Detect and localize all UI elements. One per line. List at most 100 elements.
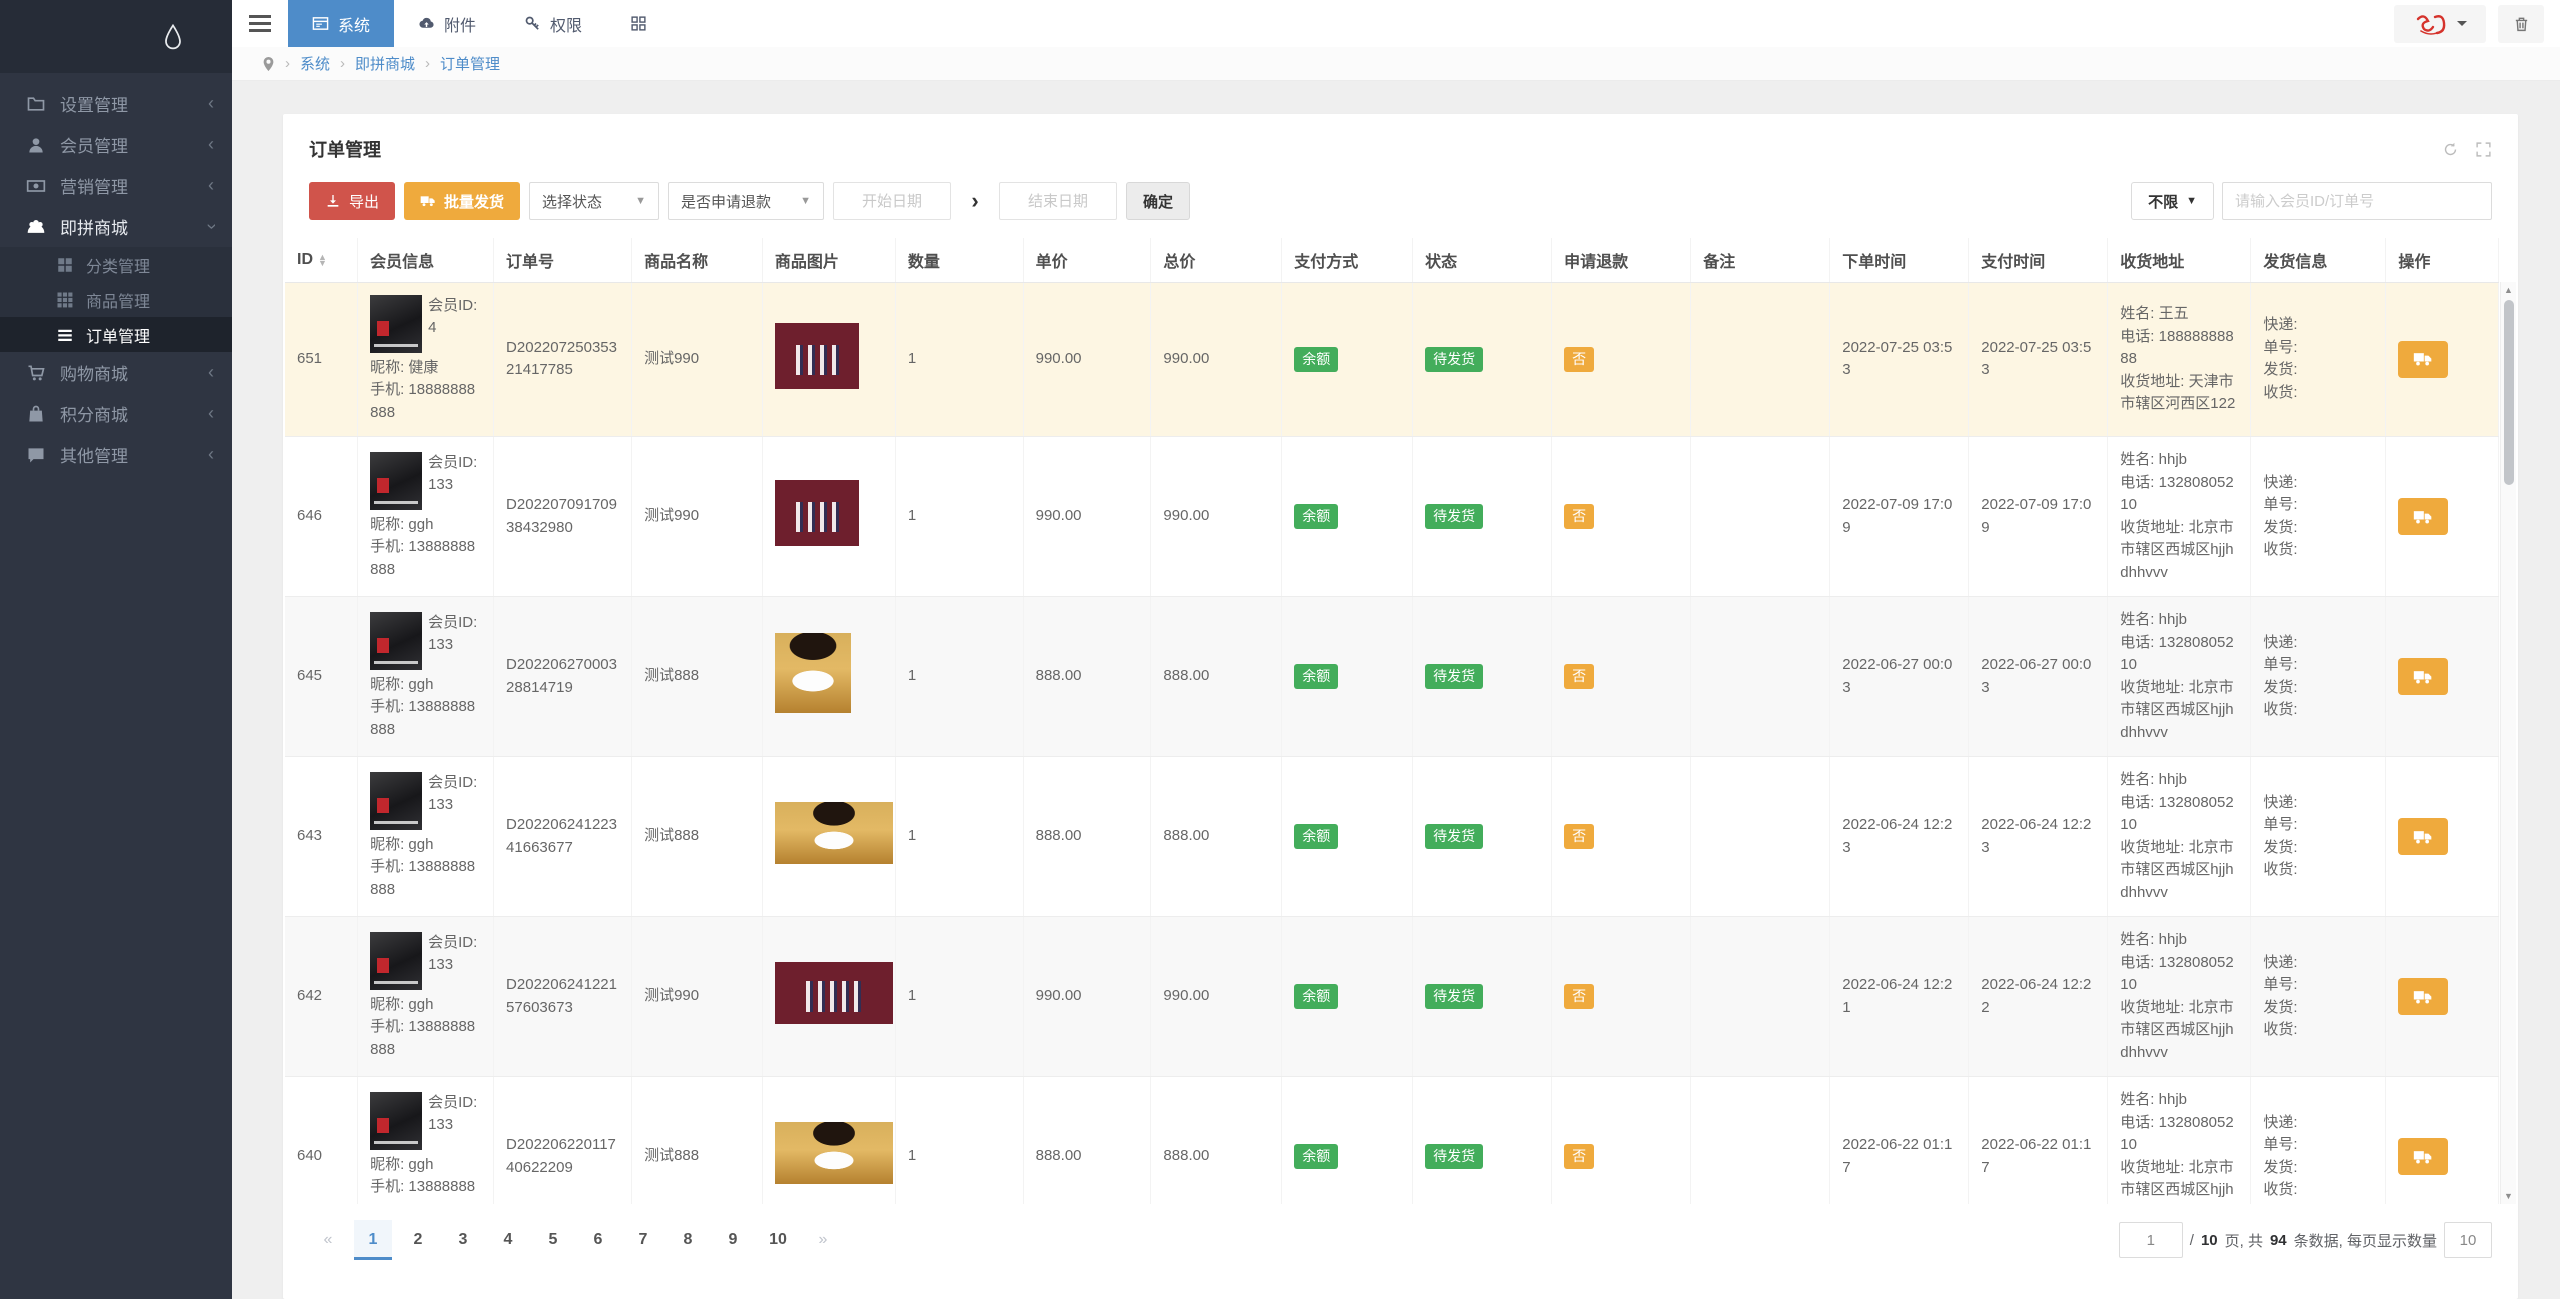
sidebar-item-categories[interactable]: 分类管理 xyxy=(0,247,232,282)
ship-order-button[interactable] xyxy=(2398,818,2449,855)
sidebar-item-products[interactable]: 商品管理 xyxy=(0,282,232,317)
navbar-right xyxy=(2394,0,2560,47)
page-button[interactable]: » xyxy=(804,1220,842,1260)
scrollbar-thumb[interactable] xyxy=(2503,300,2514,485)
column-header[interactable]: 总价 xyxy=(1150,238,1283,283)
column-header[interactable]: 备注 xyxy=(1690,238,1831,283)
scroll-down-icon[interactable]: ▼ xyxy=(2504,1188,2513,1204)
confirm-button[interactable]: 确定 xyxy=(1126,182,1191,220)
column-header[interactable]: 商品名称 xyxy=(631,238,763,283)
page-button[interactable]: 5 xyxy=(534,1220,572,1260)
refresh-icon[interactable] xyxy=(2442,141,2459,158)
addr-name: 姓名: hhjb xyxy=(2120,1091,2187,1108)
tab-attachments[interactable]: 附件 xyxy=(394,0,500,47)
column-header[interactable]: 数量 xyxy=(895,238,1024,283)
sidebar-item-orders[interactable]: 订单管理 xyxy=(0,317,232,352)
sidebar-item-label: 即拼商城 xyxy=(60,219,128,238)
ship-order-button[interactable] xyxy=(2398,658,2449,695)
page-button[interactable]: 6 xyxy=(579,1220,617,1260)
ship-order-button[interactable] xyxy=(2398,498,2449,535)
tab-system[interactable]: 系统 xyxy=(288,0,395,47)
column-header[interactable]: 单价 xyxy=(1023,238,1152,283)
clear-cache-button[interactable] xyxy=(2498,4,2544,43)
sidebar-item-members[interactable]: 会员管理 ‹ xyxy=(0,124,232,165)
remark-cell xyxy=(1690,916,1831,1077)
ship-sent: 发货: xyxy=(2263,998,2298,1016)
tab-permissions[interactable]: 权限 xyxy=(500,0,606,47)
expand-icon[interactable] xyxy=(2475,141,2492,158)
end-date-input[interactable] xyxy=(999,182,1118,220)
ship-order-button[interactable] xyxy=(2398,340,2449,378)
batch-ship-button[interactable]: 批量发货 xyxy=(404,182,521,220)
sidebar-item-marketing[interactable]: 营销管理 ‹ xyxy=(0,165,232,206)
addr-phone: 电话: 13280805210 xyxy=(2120,473,2234,514)
export-button[interactable]: 导出 xyxy=(309,182,396,220)
sidebar-item-group-mall[interactable]: 即拼商城 ‹ xyxy=(0,206,232,247)
column-header[interactable]: 支付时间 xyxy=(1968,238,2109,283)
breadcrumb: › 系统 › 即拼商城 › 订单管理 xyxy=(232,47,2560,81)
column-header[interactable]: 支付方式 xyxy=(1281,238,1414,283)
page-number-input[interactable] xyxy=(2118,1222,2183,1258)
addr-full: 收货地址: 北京市市辖区西城区hjjhdhhvvv xyxy=(2120,838,2234,901)
ship-tracking: 单号: xyxy=(2263,338,2298,356)
page-button[interactable]: 1 xyxy=(354,1220,392,1260)
page-button[interactable]: 10 xyxy=(759,1220,797,1260)
column-header[interactable]: ID ▲ ▼ xyxy=(285,238,359,283)
panel-tools xyxy=(2442,141,2492,158)
breadcrumb-link-mall[interactable]: 即拼商城 xyxy=(355,53,415,74)
action-cell xyxy=(2385,436,2499,597)
status-cell: 待发货 xyxy=(1412,596,1553,757)
column-header[interactable]: 商品图片 xyxy=(762,238,896,283)
member-info-cell: 会员ID: 133 昵称: ggh 手机: 13888888888 xyxy=(357,596,495,757)
hamburger-icon[interactable] xyxy=(232,0,288,47)
remark-cell xyxy=(1690,596,1831,757)
user-menu[interactable] xyxy=(2394,4,2486,43)
column-header[interactable]: 会员信息 xyxy=(357,238,495,283)
sidebar-item-settings[interactable]: 设置管理 ‹ xyxy=(0,83,232,124)
member-nick: 昵称: ggh xyxy=(370,995,434,1013)
status-cell: 待发货 xyxy=(1412,436,1553,597)
ship-sent: 发货: xyxy=(2263,1158,2298,1176)
sidebar-item-label: 会员管理 xyxy=(60,137,128,156)
ship-sent: 发货: xyxy=(2263,678,2298,696)
sort-icon[interactable]: ▲ ▼ xyxy=(318,252,327,267)
sidebar-item-other[interactable]: 其他管理 ‹ xyxy=(0,434,232,475)
page-button[interactable]: 3 xyxy=(444,1220,482,1260)
column-header[interactable]: 操作 xyxy=(2385,238,2499,283)
breadcrumb-link-orders[interactable]: 订单管理 xyxy=(440,53,500,74)
status-select[interactable]: 选择状态 ▼ xyxy=(529,182,660,220)
action-cell xyxy=(2385,756,2499,917)
refund-cell: 否 xyxy=(1551,596,1692,757)
start-date-input[interactable] xyxy=(833,182,952,220)
member-avatar xyxy=(370,294,423,353)
scroll-up-icon[interactable]: ▲ xyxy=(2504,282,2513,298)
page-button[interactable]: « xyxy=(309,1220,347,1260)
column-header[interactable]: 发货信息 xyxy=(2250,238,2387,283)
pay-method-badge: 余额 xyxy=(1294,346,1339,372)
ship-order-button[interactable] xyxy=(2398,978,2449,1015)
page-button[interactable]: 7 xyxy=(624,1220,662,1260)
ship-order-button[interactable] xyxy=(2398,1138,2449,1175)
refund-select[interactable]: 是否申请退款 ▼ xyxy=(668,182,825,220)
page-button[interactable]: 9 xyxy=(714,1220,752,1260)
sidebar-item-label: 商品管理 xyxy=(86,293,151,311)
column-header[interactable]: 收货地址 xyxy=(2107,238,2252,283)
column-header[interactable]: 订单号 xyxy=(493,238,633,283)
page-button[interactable]: 8 xyxy=(669,1220,707,1260)
date-range-arrow[interactable]: › xyxy=(960,188,990,214)
tab-apps[interactable] xyxy=(606,0,671,47)
search-scope-button[interactable]: 不限 ▼ xyxy=(2131,182,2214,220)
page-button[interactable]: 2 xyxy=(399,1220,437,1260)
breadcrumb-link-system[interactable]: 系统 xyxy=(300,53,330,74)
table-row: 643 会员ID: 133 昵称: ggh 手机: 13888888888 D2… xyxy=(285,756,2499,917)
sidebar-item-shopping-mall[interactable]: 购物商城 ‹ xyxy=(0,352,232,393)
search-input[interactable] xyxy=(2222,182,2492,220)
sidebar-item-points-mall[interactable]: 积分商城 ‹ xyxy=(0,393,232,434)
column-header[interactable]: 申请退款 xyxy=(1551,238,1692,283)
chevron-left-icon: ‹ xyxy=(208,134,214,154)
column-header[interactable]: 下单时间 xyxy=(1829,238,1970,283)
page-button[interactable]: 4 xyxy=(489,1220,527,1260)
column-header[interactable]: 状态 xyxy=(1412,238,1553,283)
page-size-input[interactable] xyxy=(2444,1222,2492,1258)
table-scrollbar[interactable]: ▲ ▼ xyxy=(2500,282,2516,1204)
